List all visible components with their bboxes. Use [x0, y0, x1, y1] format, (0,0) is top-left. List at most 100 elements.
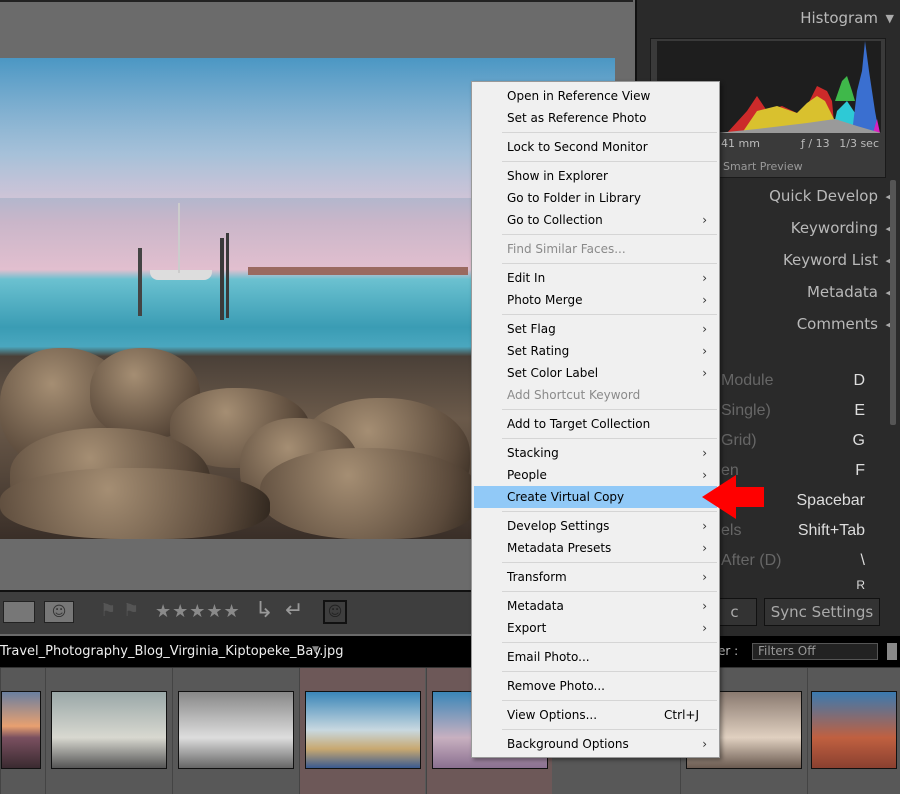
menu-item-label: Lock to Second Monitor [507, 140, 648, 154]
menu-item-set-color-label[interactable]: Set Color Label › [474, 362, 717, 384]
people-view-icon[interactable]: ☺ [44, 601, 74, 623]
rotate-right-icon[interactable]: ↳ [255, 598, 273, 623]
menu-item-label: Find Similar Faces... [507, 242, 626, 256]
thumbnail[interactable] [1, 691, 41, 769]
menu-item-label: Transform [507, 570, 567, 584]
menu-item-label: Set as Reference Photo [507, 111, 647, 125]
submenu-chevron-icon: › [702, 621, 707, 635]
filmstrip-header: Travel_Photography_Blog_Virginia_Kiptope… [0, 636, 900, 668]
menu-item-add-to-target-collection[interactable]: Add to Target Collection [474, 413, 717, 435]
submenu-chevron-icon: › [702, 366, 707, 380]
filename-dropdown-icon[interactable]: ▼ [312, 645, 319, 655]
menu-item-set-flag[interactable]: Set Flag › [474, 318, 717, 340]
collapse-triangle-icon[interactable]: ▼ [886, 12, 894, 25]
panel-scrollbar[interactable] [890, 180, 896, 425]
filmstrip-cell[interactable] [45, 668, 171, 794]
filmstrip-cell[interactable] [172, 668, 298, 794]
menu-item-export[interactable]: Export › [474, 617, 717, 639]
filter-select[interactable]: Filters Off [752, 643, 878, 660]
menu-item-show-in-explorer[interactable]: Show in Explorer [474, 165, 717, 187]
menu-separator [502, 642, 717, 643]
shortcut-label: Single) [721, 402, 771, 419]
menu-item-go-to-collection[interactable]: Go to Collection › [474, 209, 717, 231]
menu-separator [502, 671, 717, 672]
menu-item-go-to-folder-in-library[interactable]: Go to Folder in Library [474, 187, 717, 209]
comments-header[interactable]: Comments [797, 315, 878, 333]
menu-item-label: Photo Merge [507, 293, 583, 307]
shortcut-key: D [853, 372, 865, 389]
thumbnail[interactable] [178, 691, 294, 769]
menu-item-metadata[interactable]: Metadata › [474, 595, 717, 617]
menu-item-edit-in[interactable]: Edit In › [474, 267, 717, 289]
submenu-chevron-icon: › [702, 213, 707, 227]
menu-item-label: Metadata [507, 599, 564, 613]
filmstrip-cell[interactable] [807, 668, 900, 794]
filename[interactable]: Travel_Photography_Blog_Virginia_Kiptope… [0, 644, 343, 659]
context-menu: Open in Reference View Set as Reference P… [471, 81, 720, 758]
menu-separator [502, 263, 717, 264]
crop-face-icon[interactable]: ☺ [323, 600, 347, 624]
menu-item-stacking[interactable]: Stacking › [474, 442, 717, 464]
filmstrip-cell[interactable] [299, 668, 425, 794]
quick-develop-header[interactable]: Quick Develop [769, 187, 878, 205]
thumbnail[interactable] [305, 691, 421, 769]
menu-item-open-in-reference-view[interactable]: Open in Reference View [474, 85, 717, 107]
filmstrip-cell[interactable] [0, 668, 45, 794]
filmstrip [0, 668, 900, 794]
survey-view-icon[interactable] [3, 601, 35, 623]
menu-separator [502, 409, 717, 410]
sync-settings-button[interactable]: Sync Settings [764, 598, 880, 626]
menu-separator [502, 132, 717, 133]
shortcut-key: E [854, 402, 865, 419]
menu-item-lock-to-second-monitor[interactable]: Lock to Second Monitor [474, 136, 717, 158]
menu-item-label: Set Rating [507, 344, 570, 358]
menu-item-remove-photo[interactable]: Remove Photo... [474, 675, 717, 697]
submenu-chevron-icon: › [702, 446, 707, 460]
menu-item-create-virtual-copy[interactable]: Create Virtual Copy [474, 486, 717, 508]
menu-item-set-rating[interactable]: Set Rating › [474, 340, 717, 362]
star-rating[interactable]: ★★★★★ [155, 601, 241, 622]
menu-item-label: Email Photo... [507, 650, 590, 664]
submenu-chevron-icon: › [702, 322, 707, 336]
menu-item-develop-settings[interactable]: Develop Settings › [474, 515, 717, 537]
metadata-header[interactable]: Metadata [807, 283, 878, 301]
filter-value: Filters Off [758, 644, 816, 658]
thumbnail[interactable] [51, 691, 167, 769]
menu-separator [502, 562, 717, 563]
shortcut-key: \ [860, 552, 865, 569]
menu-item-photo-merge[interactable]: Photo Merge › [474, 289, 717, 311]
submenu-chevron-icon: › [702, 541, 707, 555]
submenu-chevron-icon: › [702, 599, 707, 613]
keyword-list-header[interactable]: Keyword List [783, 251, 878, 269]
shutter-speed: 1/3 sec [839, 137, 879, 150]
aperture: ƒ / 13 [801, 137, 830, 150]
menu-separator [502, 591, 717, 592]
menu-item-transform[interactable]: Transform › [474, 566, 717, 588]
focal-length: 41 mm [721, 137, 760, 150]
menu-separator [502, 511, 717, 512]
menu-separator [502, 314, 717, 315]
menu-item-label: Export [507, 621, 547, 635]
keywording-header[interactable]: Keywording [791, 219, 878, 237]
sailboat [150, 270, 212, 280]
menu-item-metadata-presets[interactable]: Metadata Presets › [474, 537, 717, 559]
submenu-chevron-icon: › [702, 570, 707, 584]
reject-flag-icon[interactable]: ⚑ [123, 600, 139, 621]
histogram-header[interactable]: Histogram [800, 9, 878, 27]
menu-item-label: View Options... [507, 708, 598, 722]
menu-item-label: Remove Photo... [507, 679, 605, 693]
menu-item-view-options[interactable]: View Options... Ctrl+J [474, 704, 717, 726]
rotate-left-icon[interactable]: ↵ [285, 598, 303, 623]
thumbnail[interactable] [811, 691, 897, 769]
menu-item-people[interactable]: People › [474, 464, 717, 486]
menu-item-label: Open in Reference View [507, 89, 651, 103]
menu-item-set-as-reference-photo[interactable]: Set as Reference Photo [474, 107, 717, 129]
filter-lock-toggle[interactable] [887, 643, 897, 660]
menu-separator [502, 438, 717, 439]
menu-item-label: Show in Explorer [507, 169, 608, 183]
menu-shortcut: Ctrl+J [664, 708, 699, 722]
menu-item-label: Add to Target Collection [507, 417, 651, 431]
flag-icon[interactable]: ⚑ [100, 600, 116, 621]
menu-item-email-photo[interactable]: Email Photo... [474, 646, 717, 668]
menu-item-background-options[interactable]: Background Options › [474, 733, 717, 755]
